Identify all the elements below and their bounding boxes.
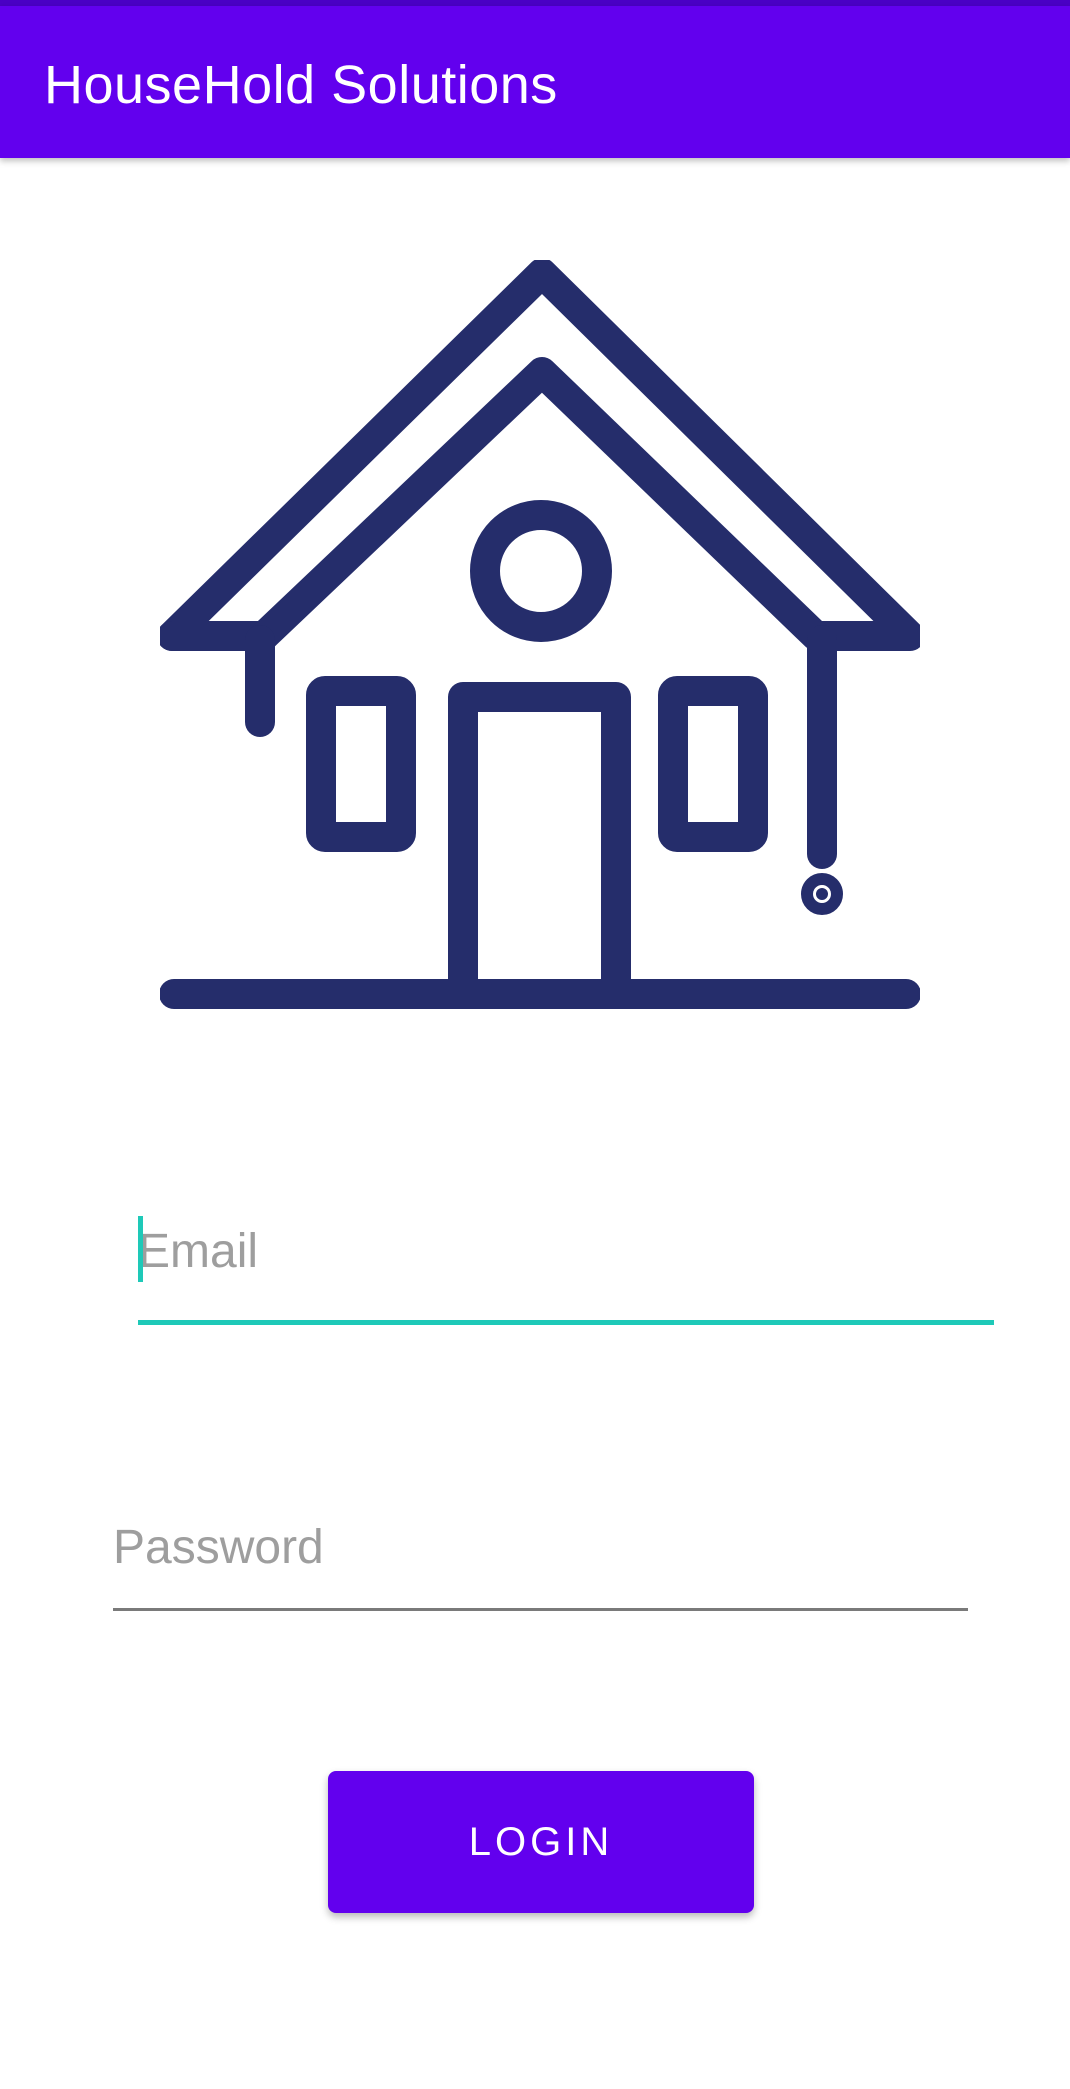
- door: [448, 682, 631, 1007]
- login-button[interactable]: LOGIN: [328, 1771, 754, 1913]
- email-input[interactable]: [138, 1212, 994, 1292]
- email-field[interactable]: [138, 1212, 994, 1325]
- right-window: [658, 676, 768, 852]
- email-underline: [138, 1320, 994, 1325]
- password-underline: [113, 1608, 968, 1611]
- app-title: HouseHold Solutions: [44, 55, 558, 115]
- text-cursor: [138, 1216, 143, 1282]
- right-post-dot: [801, 873, 843, 915]
- app-bar: HouseHold Solutions: [0, 6, 1070, 158]
- outer-roof: [157, 258, 925, 651]
- password-field[interactable]: [113, 1508, 968, 1611]
- house-logo-svg: [157, 258, 925, 1009]
- house-icon: [157, 258, 925, 1020]
- left-window: [306, 676, 416, 852]
- attic-window: [470, 500, 612, 642]
- password-input[interactable]: [113, 1508, 968, 1588]
